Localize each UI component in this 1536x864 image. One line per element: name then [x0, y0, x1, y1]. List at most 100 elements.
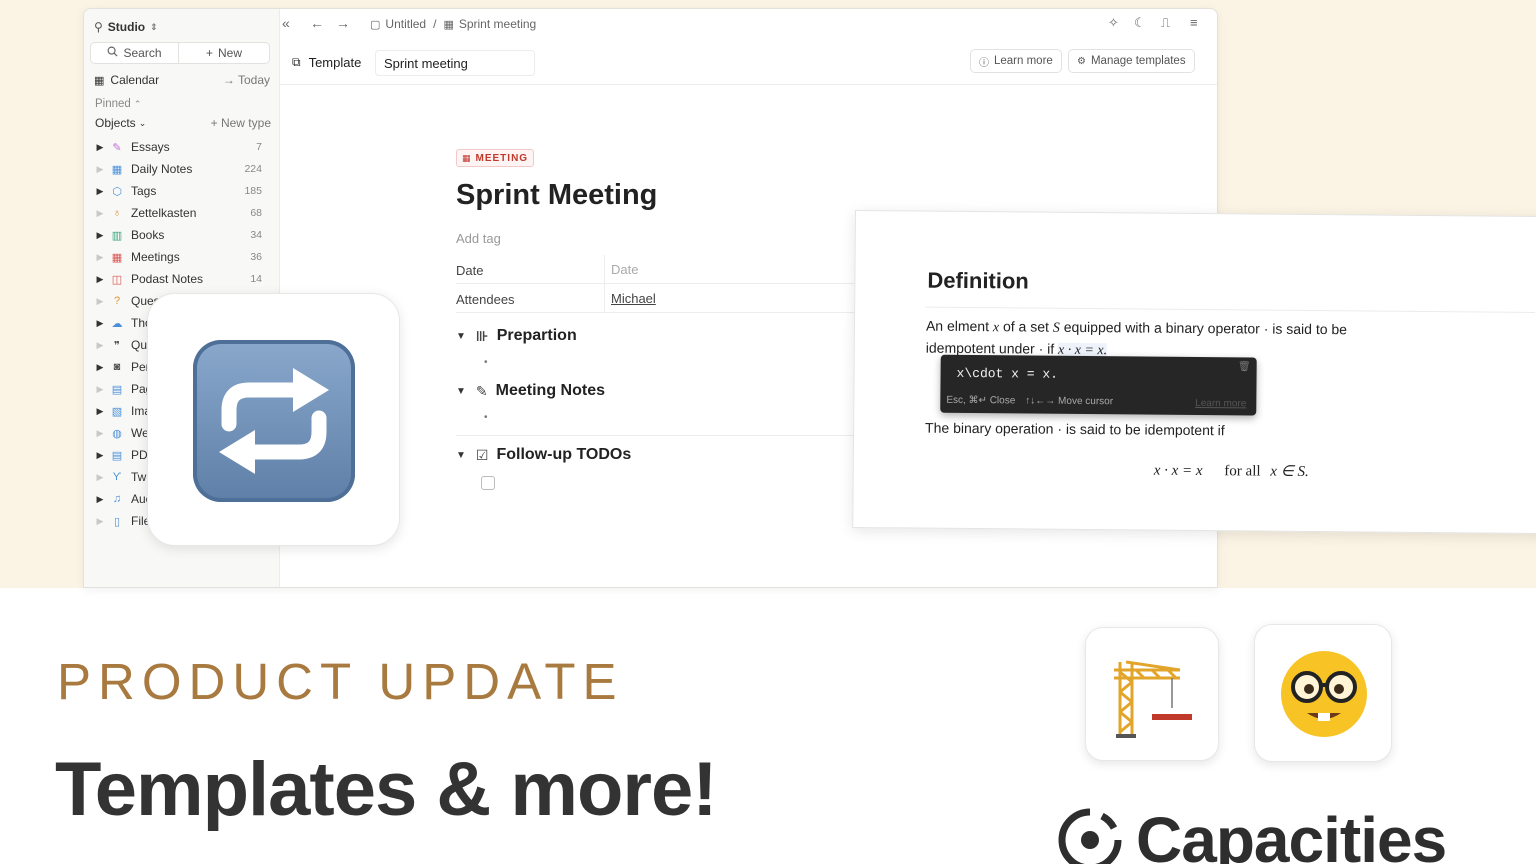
- objects-header[interactable]: Objects ⌄ + New type: [95, 113, 271, 133]
- expand-triangle-icon[interactable]: ▶: [91, 186, 109, 197]
- search-button[interactable]: Search: [90, 42, 179, 64]
- breadcrumb-untitled[interactable]: Untitled: [385, 17, 426, 31]
- expand-triangle-icon[interactable]: ▶: [91, 494, 109, 505]
- back-arrow-icon[interactable]: ←: [310, 15, 324, 31]
- expand-triangle-icon[interactable]: ▶: [91, 406, 109, 417]
- bird-icon: ϒ: [112, 471, 122, 483]
- nerd-face-icon: [1281, 651, 1367, 737]
- text-run: of a set: [1002, 318, 1050, 335]
- expand-triangle-icon[interactable]: ▶: [91, 252, 109, 263]
- trash-icon[interactable]: 🗑: [1238, 361, 1251, 372]
- definition-card: Definition An elment x of a set S equipp…: [852, 210, 1536, 535]
- expand-triangle-icon[interactable]: ▶: [91, 516, 109, 527]
- calendar-icon: ▦: [111, 163, 123, 176]
- image-icon: ▧: [111, 405, 123, 418]
- item-count: 224: [244, 163, 262, 175]
- expand-triangle-icon[interactable]: ▶: [91, 274, 109, 285]
- today-label: Today: [237, 73, 270, 87]
- section-meeting-notes[interactable]: ▼ ✎ Meeting Notes: [456, 378, 876, 404]
- sidebar-item[interactable]: ▶ ✎ Essays 7: [84, 136, 280, 158]
- plus-icon: +: [205, 46, 213, 60]
- page-title[interactable]: Sprint Meeting: [456, 179, 657, 212]
- capacities-logo-icon: [1058, 808, 1122, 864]
- learn-more-link[interactable]: Learn more: [1195, 398, 1246, 409]
- add-tag-button[interactable]: Add tag: [456, 231, 501, 246]
- page-icon: ▤: [111, 383, 123, 396]
- expand-triangle-icon[interactable]: ▶: [91, 472, 109, 483]
- cloud-icon: ☁: [111, 317, 123, 330]
- section-title: Follow-up TODOs: [496, 446, 632, 463]
- expand-triangle-icon[interactable]: ▶: [91, 384, 109, 395]
- definition-title: Definition: [927, 267, 1029, 294]
- top-bar: « ← → ▢ Untitled / ▦ Sprint meeting ✧ ☾ …: [280, 9, 1217, 39]
- new-type-label: New type: [220, 116, 271, 130]
- todo-checkbox[interactable]: [481, 476, 495, 490]
- expand-triangle-icon[interactable]: ▶: [91, 296, 109, 307]
- display-math[interactable]: x · x = x for all x ∈ S.: [1154, 461, 1309, 481]
- section-follow-up-todos[interactable]: ▼ ☑ Follow-up TODOs: [456, 442, 876, 468]
- expand-triangle-icon[interactable]: ▶: [91, 142, 109, 153]
- panel-icon[interactable]: ⎍: [1161, 15, 1170, 31]
- collapse-sidebar-icon[interactable]: «: [282, 15, 290, 31]
- section-title: Meeting Notes: [495, 382, 605, 399]
- bullet-point[interactable]: •: [484, 357, 488, 368]
- section-preparation[interactable]: ▼ ⊪ Prepartion: [456, 323, 876, 349]
- nerd-emoji-card: [1254, 624, 1392, 762]
- calendar-row[interactable]: ▦ Calendar → Today: [94, 70, 270, 90]
- workspace-name: Studio: [107, 20, 146, 34]
- collapse-triangle-icon[interactable]: ▼: [456, 450, 466, 461]
- expand-triangle-icon[interactable]: ▶: [91, 428, 109, 439]
- expand-triangle-icon[interactable]: ▶: [91, 230, 109, 241]
- date-field[interactable]: Date: [604, 255, 644, 283]
- sidebar-item[interactable]: ▶ ♁ Zettelkasten 68: [84, 202, 280, 224]
- expand-triangle-icon[interactable]: ▶: [91, 164, 109, 175]
- property-name: Attendees: [456, 292, 515, 307]
- definition-text-2[interactable]: The binary operation · is said to be ide…: [925, 420, 1225, 439]
- expand-triangle-icon[interactable]: ▶: [91, 318, 109, 329]
- pinned-label: Pinned: [95, 98, 131, 110]
- math-variable: S: [1052, 320, 1060, 336]
- expand-triangle-icon[interactable]: ▶: [91, 362, 109, 373]
- tag-icon: ⬡: [112, 185, 122, 198]
- breadcrumb-sprint-meeting[interactable]: Sprint meeting: [459, 17, 536, 31]
- item-count: 34: [250, 229, 262, 241]
- new-button[interactable]: + New: [178, 42, 270, 64]
- object-type-tag[interactable]: ▦ MEETING: [456, 149, 535, 167]
- manage-templates-button[interactable]: ⚙ Manage templates: [1068, 49, 1195, 73]
- expand-triangle-icon[interactable]: ▶: [91, 450, 109, 461]
- calendar-label: Calendar: [110, 73, 160, 87]
- expand-triangle-icon[interactable]: ▶: [91, 208, 109, 219]
- sidebar-item[interactable]: ▶ ▦ Daily Notes 224: [84, 158, 280, 180]
- file-icon: ▯: [113, 515, 121, 528]
- template-icon: ⧉: [292, 55, 301, 69]
- attendee-link[interactable]: Michael: [604, 284, 662, 312]
- latex-editor-popup[interactable]: 🗑 x\cdot x = x. Esc, ⌘↵ Close ↑↓←→ Move …: [940, 354, 1257, 416]
- audio-icon: ♫: [112, 493, 122, 505]
- sparkle-icon[interactable]: ✧: [1108, 15, 1119, 31]
- learn-more-button[interactable]: ⓘ Learn more: [970, 49, 1062, 73]
- latex-input[interactable]: x\cdot x = x.: [957, 366, 1059, 382]
- today-link[interactable]: → Today: [223, 73, 270, 87]
- breadcrumb: ▢ Untitled / ▦ Sprint meeting: [370, 17, 536, 31]
- calendar-icon: ▦: [111, 251, 123, 264]
- bullet-point[interactable]: •: [484, 412, 488, 423]
- new-type-button[interactable]: + New type: [211, 116, 271, 130]
- menu-icon[interactable]: ≡: [1190, 15, 1198, 30]
- expand-triangle-icon[interactable]: ▶: [91, 340, 109, 351]
- template-name-input[interactable]: [375, 50, 535, 76]
- keyboard-hints: Esc, ⌘↵ Close ↑↓←→ Move cursor: [946, 395, 1113, 407]
- headline: Templates & more!: [55, 747, 718, 832]
- chat-icon: ◫: [111, 273, 123, 286]
- crane-icon: [1114, 660, 1192, 738]
- sidebar-item[interactable]: ▶ ⬡ Tags 185: [84, 180, 280, 202]
- sidebar-item[interactable]: ▶ ▦ Meetings 36: [84, 246, 280, 268]
- workspace-switcher[interactable]: ⚲ Studio ⇕: [94, 17, 290, 37]
- forward-arrow-icon[interactable]: →: [336, 15, 350, 31]
- math-variable: x: [992, 320, 1000, 336]
- moon-icon[interactable]: ☾: [1134, 15, 1146, 31]
- sidebar-item[interactable]: ▶ ▥ Books 34: [84, 224, 280, 246]
- collapse-triangle-icon[interactable]: ▼: [456, 331, 466, 342]
- collapse-triangle-icon[interactable]: ▼: [456, 386, 466, 397]
- sidebar-item[interactable]: ▶ ◫ Podast Notes 14: [84, 268, 280, 290]
- pinned-header[interactable]: Pinned ⌃: [95, 94, 291, 114]
